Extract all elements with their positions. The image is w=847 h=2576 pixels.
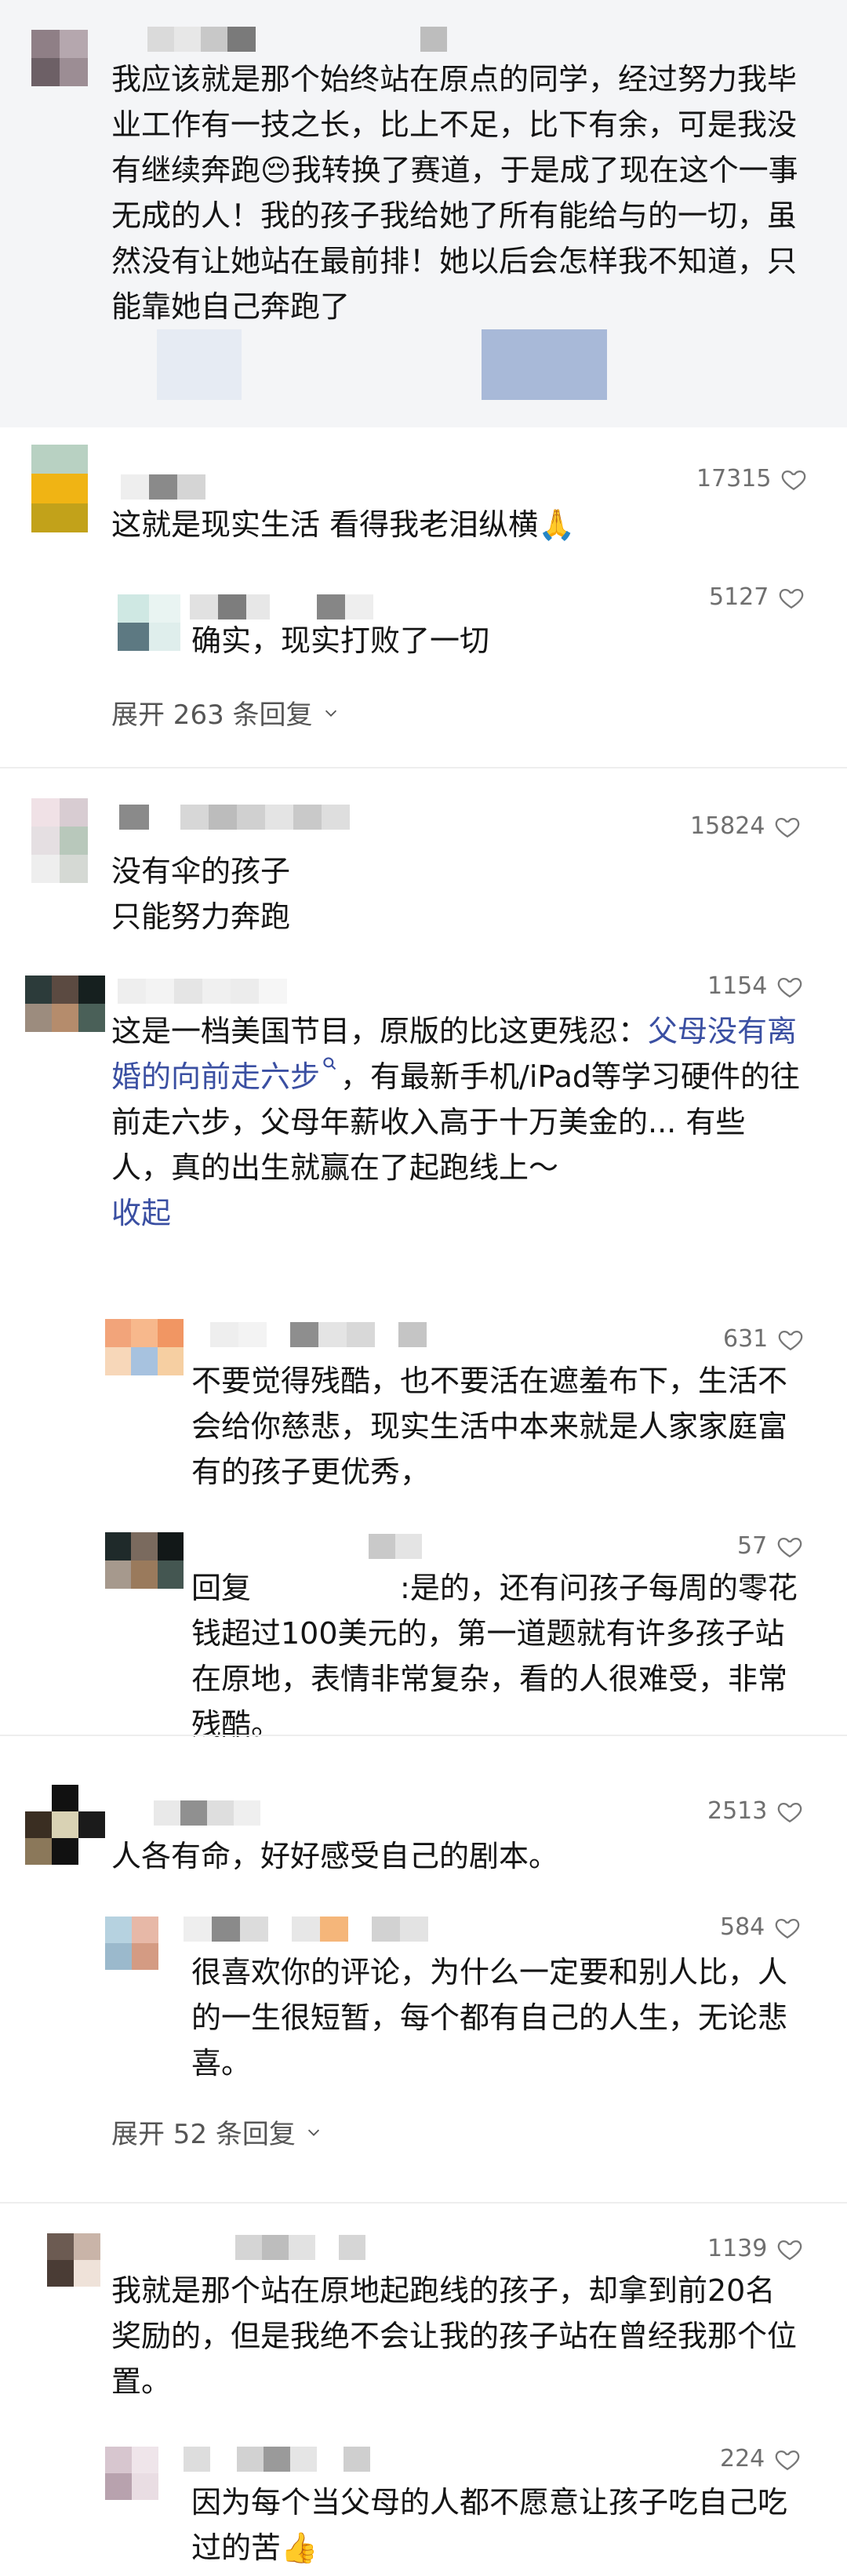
- username-blurred[interactable]: [369, 1534, 422, 1559]
- comment-text: 人各有命，好好感受自己的剧本。: [111, 1839, 559, 1873]
- avatar[interactable]: [31, 30, 88, 86]
- like-count[interactable]: 1154: [707, 972, 803, 1000]
- reply-text: 因为每个当父母的人都不愿意让孩子吃自己吃过的苦👍: [191, 2485, 788, 2565]
- like-count[interactable]: 631: [723, 1325, 804, 1353]
- avatar[interactable]: [105, 1319, 184, 1375]
- heart-icon[interactable]: [778, 584, 805, 611]
- avatar[interactable]: [105, 2447, 158, 2500]
- username-blurred[interactable]: [210, 1322, 427, 1347]
- comment-text: 这就是现实生活 看得我老泪纵横🙏: [111, 507, 576, 542]
- username-blurred[interactable]: [119, 805, 350, 830]
- divider: [0, 767, 847, 768]
- search-icon: [323, 1057, 336, 1070]
- heart-icon[interactable]: [776, 973, 803, 1000]
- blurred-image: [482, 329, 607, 400]
- comment-text: 没有伞的孩子 只能努力奔跑: [111, 854, 291, 934]
- reply-text: 回复:是的，还有问孩子每周的零花钱超过100美元的，第一道题就有许多孩子站在原地…: [191, 1565, 803, 1747]
- mention-blurred[interactable]: [251, 1568, 400, 1598]
- like-count[interactable]: 5127: [709, 583, 805, 611]
- collapse-button[interactable]: 收起: [111, 1190, 802, 1236]
- username-blurred[interactable]: [235, 2235, 365, 2260]
- avatar[interactable]: [31, 445, 88, 532]
- like-count[interactable]: 2513: [707, 1797, 803, 1825]
- heart-icon[interactable]: [774, 2446, 801, 2472]
- like-count[interactable]: 17315: [696, 465, 807, 492]
- like-count[interactable]: 1139: [707, 2235, 803, 2262]
- like-count[interactable]: 584: [720, 1913, 801, 1941]
- avatar[interactable]: [31, 798, 88, 883]
- username-blurred[interactable]: [184, 2447, 370, 2472]
- heart-icon[interactable]: [776, 1533, 803, 1560]
- avatar[interactable]: [105, 1532, 184, 1589]
- divider: [0, 1735, 847, 1736]
- chevron-down-icon: [325, 710, 336, 717]
- avatar[interactable]: [47, 2233, 100, 2287]
- heart-icon[interactable]: [776, 1798, 803, 1825]
- avatar[interactable]: [25, 1785, 105, 1865]
- avatar[interactable]: [105, 1917, 158, 1970]
- blurred-image: [157, 329, 242, 400]
- heart-icon[interactable]: [777, 1326, 804, 1353]
- like-count[interactable]: 224: [720, 2445, 801, 2472]
- like-count[interactable]: 15824: [690, 812, 801, 840]
- expand-replies-button[interactable]: 展开 52 条回复: [111, 2113, 322, 2151]
- divider: [0, 2202, 847, 2204]
- avatar[interactable]: [25, 976, 105, 1032]
- username-blurred[interactable]: [118, 979, 287, 1004]
- comment-text: 我应该就是那个始终站在原点的同学，经过努力我毕业工作有一技之长，比上不足，比下有…: [111, 62, 798, 324]
- reply-text: 不要觉得残酷，也不要活在遮羞布下，生活不会给你慈悲，现实生活中本来就是人家家庭富…: [191, 1364, 788, 1489]
- username-blurred[interactable]: [154, 1800, 260, 1826]
- username-blurred[interactable]: [147, 27, 447, 52]
- reply-text: 很喜欢你的评论，为什么一定要和别人比，人的一生很短暂，每个都有自己的人生，无论悲…: [191, 1955, 788, 2080]
- chevron-down-icon: [307, 2129, 319, 2136]
- expand-replies-button[interactable]: 展开 263 条回复: [111, 693, 340, 732]
- avatar[interactable]: [118, 594, 180, 651]
- heart-icon[interactable]: [774, 813, 801, 840]
- username-blurred[interactable]: [190, 594, 373, 619]
- heart-icon[interactable]: [780, 466, 807, 492]
- username-blurred[interactable]: [184, 1917, 428, 1942]
- comment-text: 这是一档美国节目，原版的比这更残忍：父母没有离婚的向前走六步 ，有最新手机/iPa…: [111, 1008, 802, 1236]
- like-count[interactable]: 57: [737, 1532, 803, 1560]
- comment-text: 我就是那个站在原地起跑线的孩子，却拿到前20名奖励的，但是我绝不会让我的孩子站在…: [111, 2273, 798, 2399]
- heart-icon[interactable]: [776, 2236, 803, 2262]
- username-blurred[interactable]: [121, 474, 205, 500]
- reply-text: 确实，现实打败了一切: [191, 623, 490, 658]
- heart-icon[interactable]: [774, 1914, 801, 1941]
